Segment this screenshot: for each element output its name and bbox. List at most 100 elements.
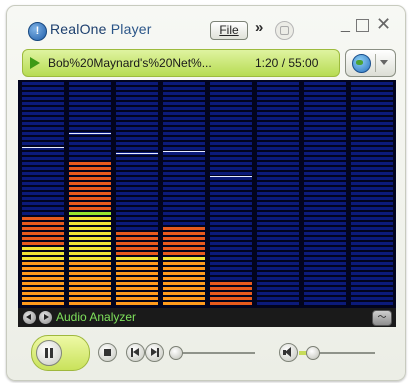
player-window: ! RealOne Player File » _ ✕ Bob%20Maynar… — [6, 5, 406, 381]
analyzer-segment — [163, 302, 205, 305]
analyzer-segment — [351, 202, 393, 205]
analyzer-segment — [163, 267, 205, 270]
realone-logo-icon[interactable]: ! — [28, 22, 47, 41]
analyzer-segment — [257, 142, 299, 145]
analyzer-segment — [163, 252, 205, 255]
file-menu-button[interactable]: File — [210, 21, 248, 40]
prev-visualization-icon[interactable] — [23, 311, 36, 324]
analyzer-segment — [210, 162, 252, 165]
analyzer-segment — [210, 157, 252, 160]
analyzer-segment — [116, 147, 158, 150]
analyzer-segment — [22, 132, 64, 135]
analyzer-segment — [210, 207, 252, 210]
analyzer-segment — [257, 157, 299, 160]
analyzer-segment — [22, 127, 64, 130]
analyzer-segment — [257, 162, 299, 165]
pause-icon[interactable] — [36, 340, 62, 366]
stop-icon[interactable] — [98, 343, 117, 362]
minimize-button[interactable]: _ — [341, 16, 350, 34]
analyzer-segment — [351, 292, 393, 295]
analyzer-segment — [22, 242, 64, 245]
more-menu-chevron-icon[interactable]: » — [255, 19, 263, 36]
analyzer-segment — [304, 87, 346, 90]
analyzer-segment — [304, 242, 346, 245]
analyzer-segment — [163, 82, 205, 85]
analyzer-segment — [257, 247, 299, 250]
analyzer-segment — [210, 122, 252, 125]
analyzer-segment — [116, 297, 158, 300]
analyzer-segment — [257, 277, 299, 280]
analyzer-segment — [257, 237, 299, 240]
now-playing-bar[interactable]: Bob%20Maynard's%20Net%... 1:20 / 55:00 — [22, 49, 340, 77]
analyzer-segment — [210, 102, 252, 105]
security-shield-icon[interactable] — [275, 21, 294, 40]
analyzer-segment — [22, 237, 64, 240]
analyzer-segment — [69, 117, 111, 120]
analyzer-band — [116, 80, 158, 308]
analyzer-segment — [351, 82, 393, 85]
analyzer-segment — [210, 142, 252, 145]
analyzer-segment — [116, 87, 158, 90]
maximize-button[interactable] — [356, 19, 369, 32]
web-browser-button[interactable] — [345, 49, 396, 77]
analyzer-segment — [69, 192, 111, 195]
analyzer-segment — [257, 87, 299, 90]
analyzer-segment — [116, 102, 158, 105]
analyzer-segment — [351, 207, 393, 210]
visualization-options-icon[interactable]: 〜 — [372, 310, 392, 326]
analyzer-segment — [304, 177, 346, 180]
analyzer-peak-marker — [116, 153, 158, 155]
analyzer-segment — [304, 287, 346, 290]
analyzer-segment — [351, 222, 393, 225]
analyzer-segment — [22, 117, 64, 120]
volume-icon[interactable] — [279, 343, 298, 362]
analyzer-segment — [210, 117, 252, 120]
analyzer-segment — [116, 292, 158, 295]
analyzer-segment — [69, 107, 111, 110]
dropdown-arrow-icon[interactable] — [380, 60, 388, 65]
analyzer-segment — [351, 257, 393, 260]
next-visualization-icon[interactable] — [39, 311, 52, 324]
analyzer-band — [304, 80, 346, 308]
analyzer-segment — [116, 127, 158, 130]
analyzer-segment — [116, 242, 158, 245]
analyzer-segment — [116, 232, 158, 235]
analyzer-segment — [69, 292, 111, 295]
analyzer-segment — [69, 127, 111, 130]
analyzer-peak-marker — [210, 175, 252, 177]
play-pause-control[interactable] — [31, 335, 90, 371]
analyzer-segment — [351, 187, 393, 190]
analyzer-segment — [257, 182, 299, 185]
analyzer-segment — [351, 162, 393, 165]
close-button[interactable]: ✕ — [376, 14, 391, 35]
analyzer-segment — [210, 152, 252, 155]
analyzer-peak-marker — [69, 133, 111, 134]
seek-slider-thumb[interactable] — [168, 346, 183, 360]
analyzer-segment — [304, 232, 346, 235]
analyzer-segment — [304, 277, 346, 280]
next-track-icon[interactable] — [145, 343, 164, 362]
title-bar[interactable]: ! RealOne Player File » _ ✕ — [7, 6, 405, 46]
analyzer-segment — [69, 87, 111, 90]
analyzer-segment — [163, 227, 205, 230]
analyzer-segment — [351, 87, 393, 90]
analyzer-segment — [210, 282, 252, 285]
analyzer-band — [22, 80, 64, 308]
analyzer-segment — [351, 247, 393, 250]
analyzer-segment — [351, 217, 393, 220]
analyzer-segment — [257, 97, 299, 100]
volume-slider-thumb[interactable] — [305, 346, 320, 360]
analyzer-segment — [163, 117, 205, 120]
analyzer-segment — [304, 222, 346, 225]
previous-track-icon[interactable] — [126, 343, 145, 362]
analyzer-segment — [116, 97, 158, 100]
seek-slider[interactable] — [173, 352, 255, 354]
analyzer-segment — [69, 232, 111, 235]
analyzer-segment — [69, 102, 111, 105]
analyzer-segment — [351, 282, 393, 285]
analyzer-segment — [257, 137, 299, 140]
analyzer-segment — [69, 82, 111, 85]
analyzer-segment — [116, 122, 158, 125]
analyzer-segment — [163, 242, 205, 245]
analyzer-segment — [69, 182, 111, 185]
